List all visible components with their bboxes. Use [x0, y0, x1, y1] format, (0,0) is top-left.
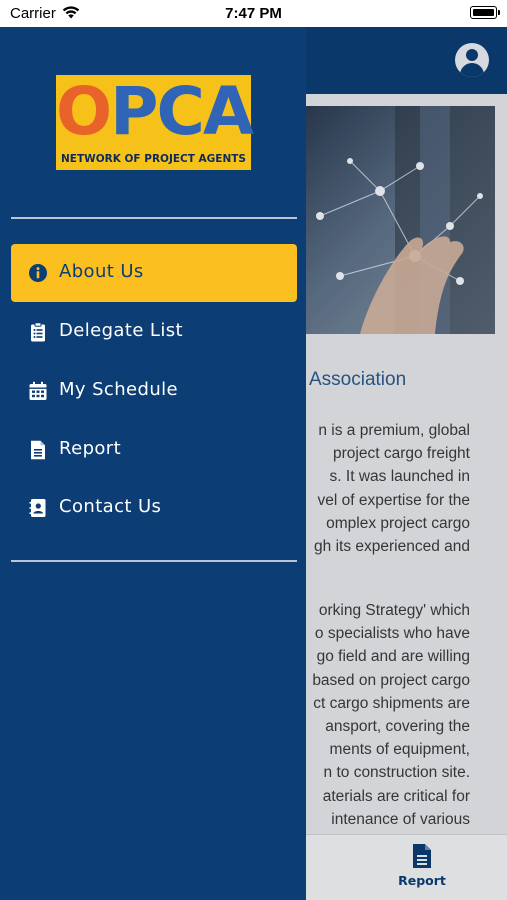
menu-item-report[interactable]: Report [11, 421, 297, 479]
contact-book-icon [29, 499, 46, 517]
menu-item-contact-us[interactable]: Contact Us [11, 479, 297, 537]
info-circle-icon [29, 264, 47, 282]
menu-item-my-schedule[interactable]: My Schedule [11, 362, 297, 420]
status-bar: Carrier 7:47 PM [0, 0, 507, 27]
menu-label-about-us: About Us [59, 261, 144, 282]
clock: 7:47 PM [225, 5, 282, 22]
document-icon [31, 440, 45, 460]
menu-label-report: Report [59, 438, 122, 459]
calendar-icon [29, 381, 47, 400]
menu-item-about-us[interactable]: About Us [11, 244, 297, 302]
logo-subtitle: NETWORK OF PROJECT AGENTS [60, 153, 246, 165]
opca-logo: OPCA NETWORK OF PROJECT AGENTS [56, 73, 254, 170]
menu-divider-bottom [11, 560, 297, 562]
menu-item-delegate-list[interactable]: Delegate List [11, 303, 297, 361]
logo-wordmark: OPCA [56, 73, 254, 150]
menu-divider-top [11, 217, 297, 219]
menu-label-my-schedule: My Schedule [59, 379, 179, 400]
menu-label-delegate-list: Delegate List [59, 320, 183, 341]
menu-label-contact-us: Contact Us [59, 496, 162, 517]
battery-icon [470, 6, 500, 19]
clipboard-list-icon [31, 322, 45, 342]
navigation-drawer: OPCA NETWORK OF PROJECT AGENTS About Us … [0, 27, 306, 900]
